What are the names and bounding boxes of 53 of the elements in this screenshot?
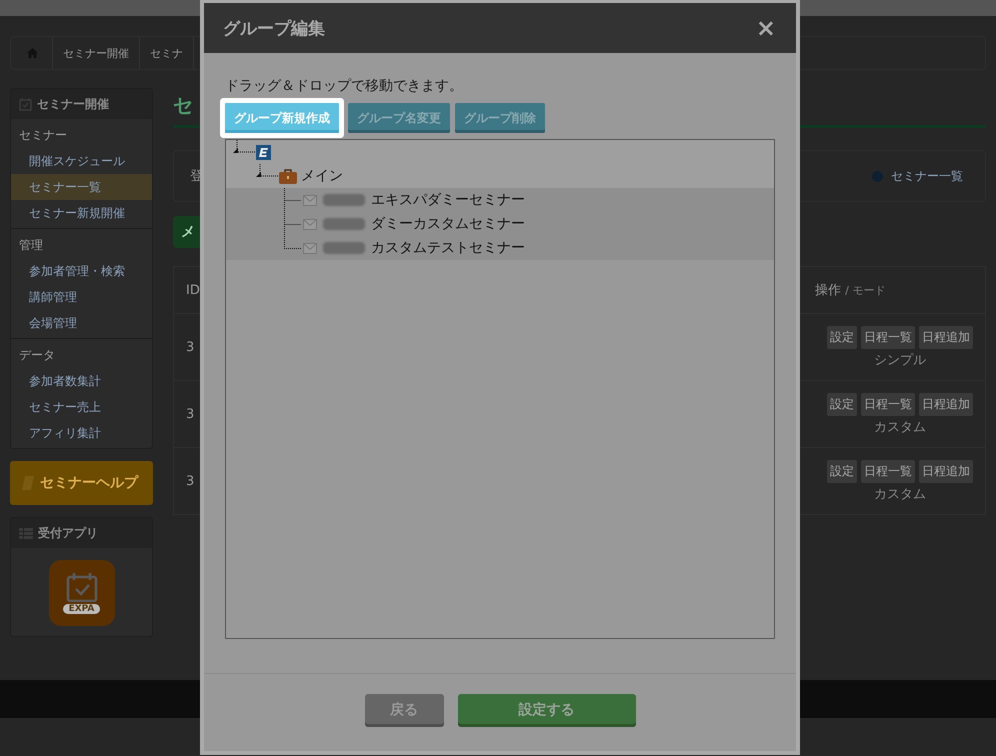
action-button[interactable]: 日程追加 <box>919 326 973 348</box>
tree-folder[interactable]: メイン <box>301 167 343 185</box>
tree-connector-icon <box>281 188 301 212</box>
action-button[interactable]: 設定 <box>827 326 857 348</box>
sidebar-item[interactable]: セミナー一覧 <box>11 174 152 200</box>
expanded-connector-icon <box>256 164 278 178</box>
action-button[interactable]: 設定 <box>827 392 857 416</box>
sidebar-item[interactable]: セミナー売上 <box>11 394 152 420</box>
calendar-check-icon <box>64 572 98 602</box>
sidebar-item[interactable]: 参加者数集計 <box>11 368 152 394</box>
sidebar-heading: セミナー <box>18 127 68 144</box>
table-cell: 3 <box>186 474 194 488</box>
mode-label: カスタム <box>874 486 926 502</box>
calendar-icon <box>19 98 32 110</box>
action-button[interactable]: 設定 <box>827 460 857 482</box>
breadcrumb-item[interactable]: セミナー開催 <box>53 37 140 69</box>
help-button[interactable]: セミナーヘルプ <box>10 461 153 505</box>
column-header: 操作 / モード <box>815 282 886 299</box>
action-button[interactable]: 日程追加 <box>919 392 973 416</box>
mode-label: シンプル <box>874 352 926 368</box>
expanded-connector-icon <box>233 140 255 154</box>
close-button[interactable]: × <box>752 16 780 40</box>
envelope-icon <box>303 242 317 254</box>
sidebar-item[interactable]: 開催スケジュール <box>11 148 152 174</box>
briefcase-icon <box>279 168 297 184</box>
app-label: EXPA <box>62 604 100 614</box>
logo-icon <box>256 144 271 160</box>
redacted-id <box>323 242 365 254</box>
mode-label: カスタム <box>874 418 926 436</box>
breadcrumb-item[interactable]: セミナ <box>140 37 194 69</box>
app-panel-title: 受付アプリ <box>38 524 98 542</box>
envelope-icon <box>303 194 317 206</box>
sidebar-heading: データ <box>18 347 56 364</box>
table-cell: 3 <box>186 406 194 422</box>
dialog-title: グループ編集 <box>223 18 325 40</box>
app-icon[interactable]: EXPA <box>48 560 114 626</box>
redacted-id <box>323 218 365 230</box>
action-button[interactable]: 日程一覧 <box>861 326 915 348</box>
sidebar-heading: 管理 <box>18 237 44 254</box>
envelope-icon <box>303 218 317 230</box>
action-button[interactable]: 日程一覧 <box>861 392 915 416</box>
redacted-id <box>323 194 365 206</box>
action-button[interactable]: 日程追加 <box>919 460 973 482</box>
help-link[interactable]: セミナー一覧 <box>872 168 963 184</box>
sidebar-item[interactable]: 会場管理 <box>11 310 152 336</box>
sidebar-item[interactable]: セミナー新規開催 <box>11 200 152 226</box>
action-button[interactable]: 日程一覧 <box>861 460 915 482</box>
table-cell: 3 <box>186 340 194 354</box>
sidebar-item[interactable]: 講師管理 <box>11 284 152 310</box>
sidebar-item[interactable]: アフィリ集計 <box>11 420 152 446</box>
column-header: ID <box>186 282 200 298</box>
sidebar-title: セミナー開催 <box>37 96 109 112</box>
sidebar-item[interactable]: 参加者管理・検索 <box>11 258 152 284</box>
